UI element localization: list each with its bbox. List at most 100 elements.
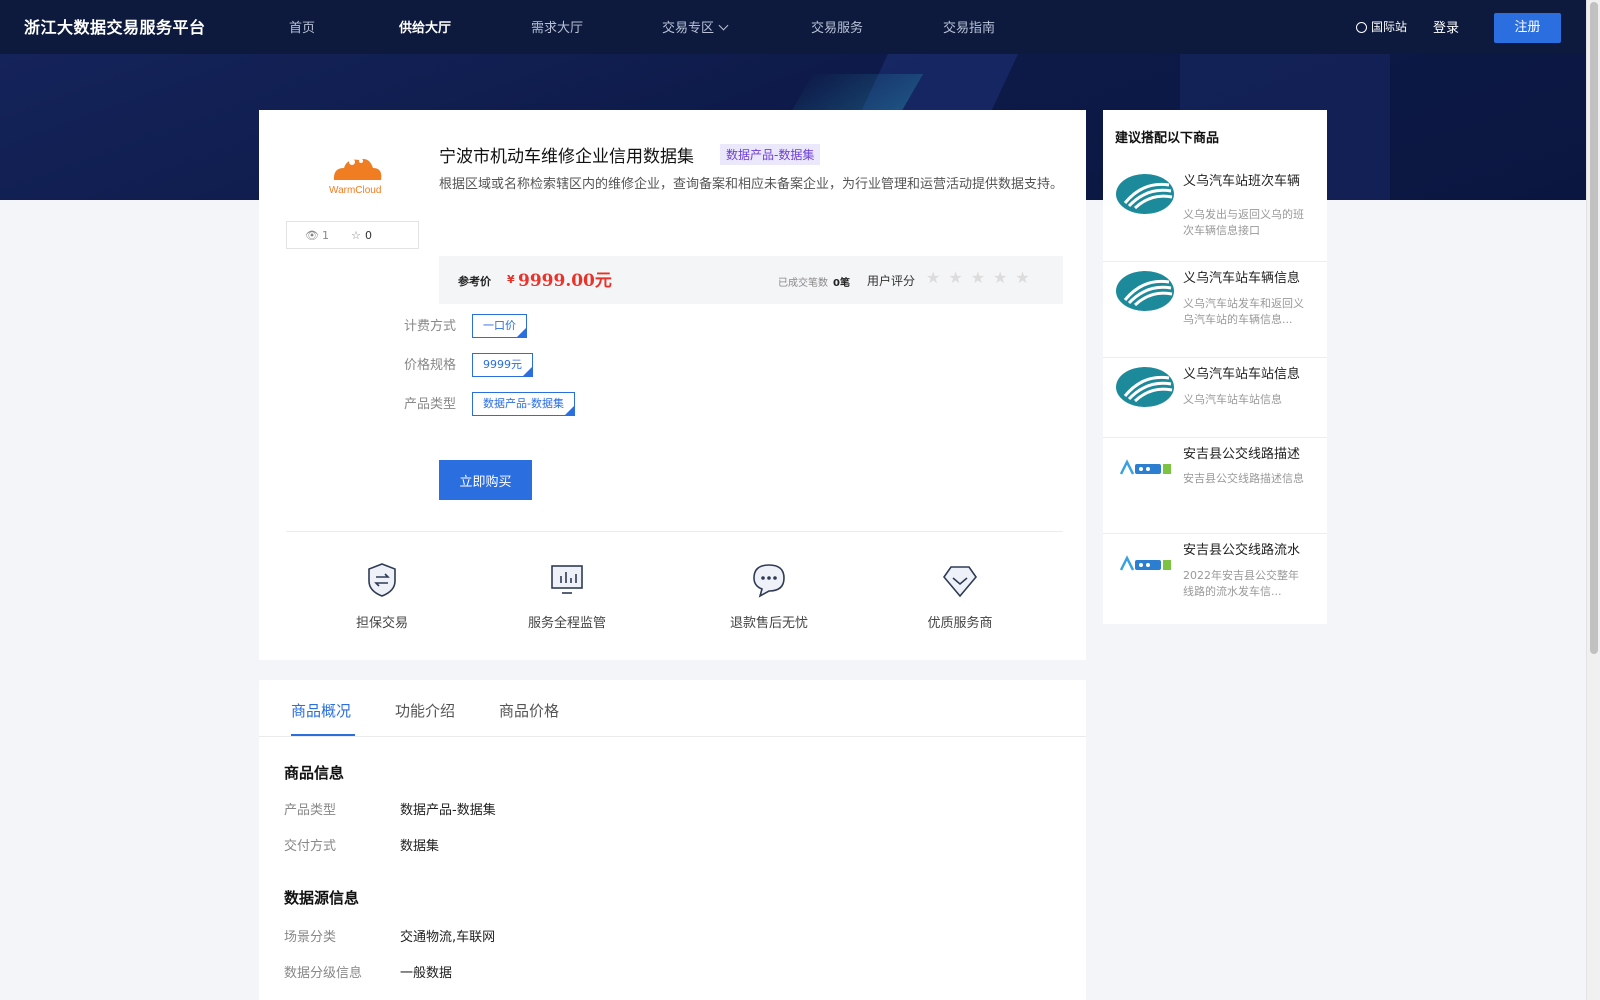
deal-count: 已成交笔数 0笔	[778, 274, 850, 289]
product-detail-section: 商品概况 功能介绍 商品价格 商品信息 产品类型 数据产品-数据集 交付方式 数…	[259, 680, 1086, 1000]
recommendation-desc: 安吉县公交线路描述信息	[1183, 472, 1304, 485]
product-card: WarmCloud 👁 1 ☆ 0 宁波市机动车维修企业信用数据集 数据产品-数…	[259, 110, 1086, 660]
recommendation-name: 义乌汽车站车站信息	[1183, 367, 1301, 382]
view-count: 1	[322, 229, 329, 242]
currency-symbol: ¥	[507, 273, 515, 286]
info-label: 数据分级信息	[284, 966, 363, 981]
recommendation-panel: 建议搭配以下商品 义乌汽车站班次车辆 义乌发出与返回义乌的班次车辆信息接口 义乌…	[1103, 110, 1327, 624]
yiwu-station-logo-icon	[1116, 174, 1174, 214]
recommendation-name: 义乌汽车站班次车辆	[1183, 174, 1301, 189]
monitor-chart-icon	[551, 565, 583, 594]
recommendation-name: 安吉县公交线路流水	[1183, 543, 1301, 558]
page-scrollbar[interactable]	[1586, 0, 1600, 1000]
yiwu-station-logo-icon	[1116, 271, 1174, 311]
data-source-title: 数据源信息	[284, 889, 360, 907]
nav-trade-zone-label: 交易专区	[662, 21, 715, 36]
product-type-label: 产品类型	[404, 397, 457, 412]
feature-guaranteed-trade: 担保交易	[322, 560, 442, 631]
tab-pricing[interactable]: 商品价格	[499, 700, 559, 721]
product-price: 9999.00元	[518, 271, 612, 291]
divider	[286, 531, 1063, 532]
nav-demand-hall[interactable]: 需求大厅	[531, 17, 583, 36]
logo-text: WarmCloud	[329, 185, 381, 196]
info-label: 产品类型	[284, 803, 337, 818]
rating-star-icon[interactable]: ★	[1015, 268, 1037, 287]
product-description: 根据区域或名称检索辖区内的维修企业，查询备案和相应未备案企业，为行业管理和运营活…	[439, 177, 1064, 192]
info-label: 场景分类	[284, 930, 337, 945]
product-category-tag: 数据产品-数据集	[720, 144, 821, 165]
nav-home[interactable]: 首页	[289, 17, 315, 36]
feature-refund-aftersale: 退款售后无忧	[709, 560, 829, 631]
favorite-count: 0	[365, 229, 372, 242]
billing-method-label: 计费方式	[404, 319, 457, 334]
international-site-link[interactable]: 国际站	[1356, 18, 1407, 35]
chevron-down-icon	[718, 20, 729, 31]
recommendation-item[interactable]: 安吉县公交线路流水 2022年安吉县公交整年线路的流水发车信...	[1103, 534, 1327, 624]
diamond-icon	[942, 566, 978, 598]
deal-count-label: 已成交笔数	[778, 278, 828, 289]
rating-stars[interactable]: ★★★★★	[926, 268, 1038, 287]
nav-trade-zone[interactable]: 交易专区	[662, 17, 729, 36]
rating-star-icon[interactable]: ★	[971, 268, 993, 287]
rating-label: 用户评分	[867, 274, 916, 288]
recommendation-item[interactable]: 义乌汽车站车站信息 义乌汽车站车站信息	[1103, 358, 1327, 438]
globe-icon	[1356, 22, 1367, 33]
product-title: 宁波市机动车维修企业信用数据集	[439, 147, 694, 167]
warmcloud-logo-icon: WarmCloud	[329, 159, 381, 196]
info-value: 一般数据	[400, 966, 453, 981]
price-spec-option[interactable]: 9999元	[472, 353, 533, 377]
login-link[interactable]: 登录	[1433, 17, 1459, 36]
feature-label: 担保交易	[355, 616, 408, 631]
goods-info-title: 商品信息	[284, 764, 345, 782]
deal-count-value: 0笔	[833, 278, 850, 289]
rating-star-icon[interactable]: ★	[948, 268, 970, 287]
shield-exchange-icon	[368, 563, 396, 597]
info-value: 交通物流,车联网	[400, 930, 496, 945]
nav-trade-guide[interactable]: 交易指南	[943, 17, 995, 36]
recommendation-desc: 2022年安吉县公交整年线路的流水发车信...	[1183, 569, 1299, 598]
recommendation-item[interactable]: 安吉县公交线路描述 安吉县公交线路描述信息	[1103, 438, 1327, 534]
yiwu-station-logo-icon	[1116, 367, 1174, 407]
billing-method-option[interactable]: 一口价	[472, 314, 527, 338]
price-label: 参考价	[458, 275, 491, 288]
recommendation-item[interactable]: 义乌汽车站班次车辆 义乌发出与返回义乌的班次车辆信息接口	[1103, 165, 1327, 262]
tab-features[interactable]: 功能介绍	[395, 700, 455, 721]
chat-bubble-icon	[753, 564, 785, 598]
feature-label: 优质服务商	[927, 616, 993, 631]
eye-icon: 👁	[305, 229, 319, 242]
top-navbar: 浙江大数据交易服务平台 首页 供给大厅 需求大厅 交易专区 交易服务 交易指南 …	[0, 0, 1586, 54]
price-panel: 参考价 ¥ 9999.00元 已成交笔数 0笔 用户评分 ★★★★★	[439, 256, 1063, 304]
recommendation-desc: 义乌汽车站车站信息	[1183, 393, 1282, 406]
buy-now-button[interactable]: 立即购买	[439, 460, 532, 500]
price-spec-label: 价格规格	[404, 358, 457, 373]
recommendation-desc: 义乌汽车站发车和返回义乌汽车站的车辆信息...	[1183, 297, 1304, 326]
adi-logo-icon	[1119, 555, 1171, 571]
rating-star-icon[interactable]: ★	[993, 268, 1015, 287]
register-button[interactable]: 注册	[1494, 13, 1561, 43]
feature-label: 服务全程监管	[527, 616, 606, 631]
info-value: 数据产品-数据集	[400, 803, 496, 818]
recommendation-item[interactable]: 义乌汽车站车辆信息 义乌汽车站发车和返回义乌汽车站的车辆信息...	[1103, 262, 1327, 358]
star-icon: ☆	[351, 229, 361, 242]
recommendation-name: 安吉县公交线路描述	[1183, 447, 1301, 462]
feature-label: 退款售后无忧	[729, 616, 808, 631]
adi-logo-icon	[1119, 459, 1171, 475]
info-value: 数据集	[400, 839, 440, 854]
recommendation-name: 义乌汽车站车辆信息	[1183, 271, 1301, 286]
tab-overview[interactable]: 商品概况	[291, 700, 351, 721]
scrollbar-thumb[interactable]	[1590, 2, 1598, 654]
platform-logo[interactable]: 浙江大数据交易服务平台	[24, 14, 206, 38]
international-site-label: 国际站	[1371, 20, 1408, 34]
info-label: 交付方式	[284, 839, 337, 854]
active-tab-indicator	[291, 734, 355, 736]
product-logo: WarmCloud	[289, 148, 419, 208]
product-stats: 👁 1 ☆ 0	[286, 221, 419, 249]
recommendation-desc: 义乌发出与返回义乌的班次车辆信息接口	[1183, 208, 1304, 237]
rating-star-icon[interactable]: ★	[926, 268, 948, 287]
nav-supply-hall[interactable]: 供给大厅	[399, 17, 451, 36]
nav-trade-service[interactable]: 交易服务	[811, 17, 863, 36]
tabs-divider	[259, 736, 1086, 737]
product-type-option[interactable]: 数据产品-数据集	[472, 392, 575, 416]
recommendation-title: 建议搭配以下商品	[1115, 131, 1220, 146]
feature-full-supervision: 服务全程监管	[507, 560, 627, 631]
